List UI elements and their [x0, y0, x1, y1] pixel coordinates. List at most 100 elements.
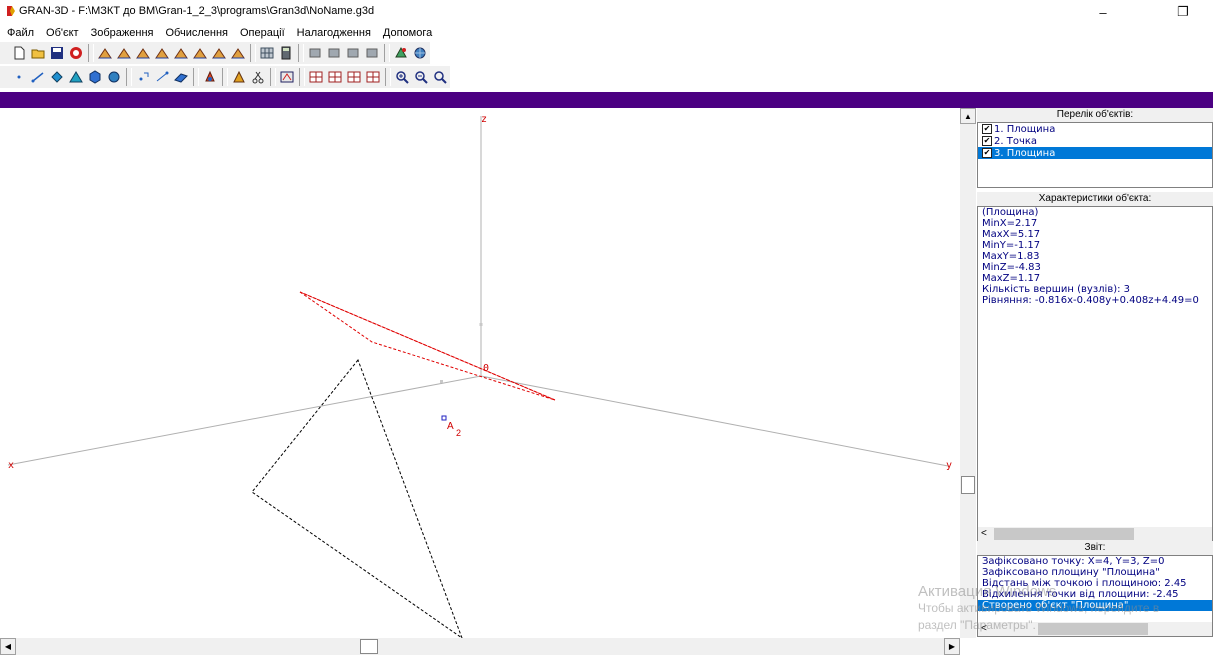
toolbar-separator: [250, 44, 256, 62]
surface-icon[interactable]: [191, 44, 209, 62]
surface-icon[interactable]: [172, 44, 190, 62]
vertical-scroll-thumb[interactable]: [961, 476, 975, 494]
horizontal-scroll-thumb[interactable]: [360, 639, 378, 654]
grid-icon[interactable]: [258, 44, 276, 62]
menu-calculation[interactable]: Обчислення: [159, 27, 234, 39]
surface-icon[interactable]: [153, 44, 171, 62]
stop-icon[interactable]: [67, 44, 85, 62]
toolbar-separator: [299, 68, 305, 86]
projection-icon[interactable]: [326, 68, 344, 86]
save-icon[interactable]: [48, 44, 66, 62]
plane-icon[interactable]: [172, 68, 190, 86]
toolbar-separator: [385, 68, 391, 86]
x-axis-tick: [440, 380, 443, 383]
modify-icon[interactable]: [230, 68, 248, 86]
checkbox[interactable]: ✔: [982, 124, 992, 134]
toolbar-separator: [298, 44, 304, 62]
menu-help[interactable]: Допомога: [377, 27, 438, 39]
surface-icon[interactable]: [210, 44, 228, 62]
polygon-icon[interactable]: [48, 68, 66, 86]
menu-object[interactable]: Об'єкт: [40, 27, 85, 39]
prop-line: Кількість вершин (вузлів): 3: [982, 284, 1131, 295]
object-icon[interactable]: [306, 44, 324, 62]
surface-icon[interactable]: [115, 44, 133, 62]
z-axis-label: z: [481, 114, 488, 125]
point-object-icon[interactable]: [134, 68, 152, 86]
scene-svg: [7, 116, 949, 638]
zoom-fit-icon[interactable]: [431, 68, 449, 86]
point-icon[interactable]: [10, 68, 28, 86]
object-icon[interactable]: [325, 44, 343, 62]
surface-icon[interactable]: [96, 44, 114, 62]
report-line: Зафіксовано площину "Площина": [982, 567, 1160, 578]
list-item[interactable]: ✔ 1. Площина: [978, 123, 1212, 135]
scroll-left-icon[interactable]: <: [981, 623, 987, 634]
calculator-icon[interactable]: [277, 44, 295, 62]
report-line: Відхилення точки від площини: -2.45: [982, 589, 1179, 600]
zoom-in-icon[interactable]: [393, 68, 411, 86]
scroll-left-icon[interactable]: <: [981, 528, 987, 539]
sphere-icon[interactable]: [105, 68, 123, 86]
object-label: 2. Точка: [994, 135, 1038, 147]
segment-object-icon[interactable]: [153, 68, 171, 86]
zoom-out-icon[interactable]: [412, 68, 430, 86]
projection-icon[interactable]: [307, 68, 325, 86]
globe-icon[interactable]: [411, 44, 429, 62]
report-horizontal-scrollbar[interactable]: <: [978, 622, 1212, 636]
open-folder-icon[interactable]: [29, 44, 47, 62]
y-axis-label: y: [946, 460, 953, 471]
report-scroll-thumb[interactable]: [1038, 623, 1148, 635]
object-icon[interactable]: [363, 44, 381, 62]
props-horizontal-scrollbar[interactable]: <: [978, 527, 1212, 541]
objects-header: Перелік об'єктів:: [977, 108, 1213, 122]
restore-button[interactable]: ❐: [1160, 0, 1206, 24]
prism-icon[interactable]: [86, 68, 104, 86]
segment-icon[interactable]: [29, 68, 47, 86]
projection-icon[interactable]: [345, 68, 363, 86]
cut-icon[interactable]: [249, 68, 267, 86]
toolbar-separator: [222, 68, 228, 86]
prop-line: (Площина): [982, 207, 1039, 218]
toolbar-separator: [384, 44, 390, 62]
prop-line: MaxX=5.17: [982, 229, 1041, 240]
props-header: Характеристики об'єкта:: [977, 192, 1213, 206]
title-bar: GRAN-3D - F:\МЗКТ до ВМ\Gran-1_2_3\progr…: [0, 0, 1213, 24]
menu-settings[interactable]: Налагодження: [291, 27, 377, 39]
objects-list[interactable]: ✔ 1. Площина ✔ 2. Точка ✔ 3. Площина: [977, 122, 1213, 188]
projection-icon[interactable]: [364, 68, 382, 86]
menu-view[interactable]: Зображення: [85, 27, 160, 39]
render-icon[interactable]: [392, 44, 410, 62]
point-index: 2: [456, 428, 462, 438]
app-icon: [7, 6, 15, 16]
surface-icon[interactable]: [134, 44, 152, 62]
origin-label: 0: [483, 363, 490, 374]
list-item[interactable]: ✔ 2. Точка: [978, 135, 1212, 147]
pyramid-icon[interactable]: [67, 68, 85, 86]
drawing-canvas[interactable]: z x y 0 A 2: [0, 108, 960, 638]
props-scroll-thumb[interactable]: [994, 528, 1134, 540]
scroll-left-button[interactable]: ◀: [0, 638, 16, 655]
object-icon[interactable]: [344, 44, 362, 62]
object-label: 3. Площина: [994, 147, 1056, 159]
black-plane: [251, 359, 463, 638]
objects-toolbar: [0, 66, 450, 88]
object-label: 1. Площина: [994, 123, 1056, 135]
status-strip: [0, 92, 1213, 108]
checkbox[interactable]: ✔: [982, 136, 992, 146]
minimize-button[interactable]: –: [1080, 0, 1126, 24]
paint-icon[interactable]: [201, 68, 219, 86]
checkbox[interactable]: ✔: [982, 148, 992, 158]
new-file-icon[interactable]: [10, 44, 28, 62]
menu-file[interactable]: Файл: [0, 27, 40, 39]
toolbar-separator: [270, 68, 276, 86]
report-header: Звіт:: [977, 541, 1213, 555]
canvas-vertical-scrollbar[interactable]: ▲: [960, 108, 976, 638]
scroll-up-button[interactable]: ▲: [960, 108, 976, 124]
view-icon[interactable]: [278, 68, 296, 86]
x-axis-label: x: [8, 460, 15, 471]
menu-operations[interactable]: Операції: [234, 27, 291, 39]
scroll-right-button[interactable]: ▶: [944, 638, 960, 655]
canvas-horizontal-scrollbar[interactable]: ◀ ▶: [0, 638, 960, 655]
list-item-selected[interactable]: ✔ 3. Площина: [978, 147, 1212, 159]
surface-icon[interactable]: [229, 44, 247, 62]
